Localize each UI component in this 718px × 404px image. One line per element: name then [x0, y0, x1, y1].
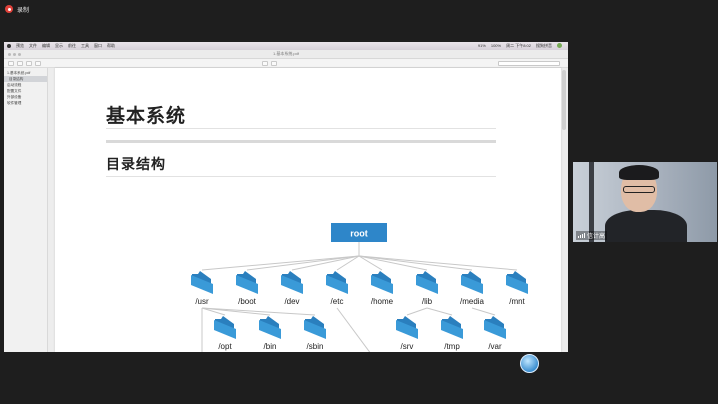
tree-node-label: /srv [401, 342, 414, 351]
status-text: 91% [477, 43, 486, 48]
directory-tree-diagram: root/usr/boot/dev/etc/home/lib/media/mnt… [191, 223, 528, 352]
tree-node-label: /home [371, 297, 394, 306]
window-title: 1.基本系统.pdf [272, 51, 299, 56]
menu-item[interactable]: 编辑 [42, 43, 50, 49]
window-titlebar: 1.基本系统.pdf [4, 50, 568, 59]
preview-toolbar [4, 59, 568, 68]
document-area: 基本系统 目录结构 root/usr/boot/dev/etc/home/lib… [48, 68, 568, 352]
avatar[interactable] [557, 43, 562, 48]
record-icon[interactable] [5, 5, 13, 13]
floating-assistant-icon[interactable] [520, 354, 539, 373]
vertical-scrollbar[interactable] [562, 70, 566, 130]
menu-item[interactable]: 帮助 [107, 43, 115, 49]
zoom-in-button[interactable] [26, 60, 32, 66]
thumbnail-sidebar: 1.基本系统.pdf 目录结构 启动流程 配置文件 外部设备 软件管理 [4, 68, 48, 352]
rotate-button[interactable] [271, 60, 277, 66]
share-button[interactable] [35, 60, 41, 66]
participant-name: 信计高 [587, 234, 606, 240]
sidebar-item[interactable]: 软件管理 [4, 100, 47, 106]
root-node-label: root [350, 229, 368, 239]
tree-node-label: /mnt [509, 297, 525, 306]
camera-video-tile[interactable]: 信计高 [573, 162, 717, 242]
tree-node-label: /bin [264, 342, 277, 351]
participant-body [605, 210, 687, 242]
sidebar-toggle-button[interactable] [8, 60, 14, 66]
search-input[interactable] [498, 60, 560, 66]
shared-screen: 预览 文件 编辑 显示 前往 工具 窗口 帮助 91% 100% 周二 下午8:… [4, 42, 568, 352]
menu-item[interactable]: 预览 [16, 43, 24, 49]
pdf-page: 基本系统 目录结构 root/usr/boot/dev/etc/home/lib… [55, 68, 561, 352]
tree-connector [358, 255, 518, 271]
menu-item[interactable]: 文件 [29, 43, 37, 49]
viewer-content: 1.基本系统.pdf 目录结构 启动流程 配置文件 外部设备 软件管理 基本系统… [4, 68, 568, 352]
record-label[interactable]: 录制 [17, 5, 29, 14]
tree-node-label: /lib [422, 297, 433, 306]
tree-node-label: /opt [218, 342, 232, 351]
zoom-out-button[interactable] [17, 60, 23, 66]
mac-menubar: 预览 文件 编辑 显示 前往 工具 窗口 帮助 91% 100% 周二 下午8:… [4, 42, 568, 50]
menu-item[interactable]: 工具 [81, 43, 89, 49]
tree-connector [406, 307, 428, 316]
camera-background-pole [589, 162, 594, 242]
meeting-topbar: 录制 [0, 0, 718, 18]
tree-node-label: /var [488, 342, 502, 351]
menu-item[interactable]: 显示 [55, 43, 63, 49]
tree-node-label: /media [460, 297, 485, 306]
menu-item[interactable]: 窗口 [94, 43, 102, 49]
markup-button[interactable] [262, 60, 268, 66]
menu-item[interactable]: 前往 [68, 43, 76, 49]
status-text: 100% [490, 43, 502, 48]
participant-hair [619, 165, 659, 180]
apple-icon[interactable] [7, 44, 11, 48]
tree-connector [336, 307, 371, 352]
tree-connector [201, 255, 360, 271]
tree-node-label: /dev [284, 297, 299, 306]
tree-connector [471, 307, 496, 316]
tree-node-label: /boot [238, 297, 257, 306]
tree-node-label: /tmp [444, 342, 460, 351]
participant-label: 信计高 [576, 231, 608, 240]
input-method[interactable]: 搜狗拼音 [536, 43, 552, 49]
menubar-status: 91% 100% 周二 下午8:02 搜狗拼音 [478, 43, 568, 49]
participant-glasses [623, 186, 655, 193]
tree-node-label: /etc [331, 297, 344, 306]
tree-connector [426, 307, 453, 316]
tree-node-label: /usr [195, 297, 209, 306]
tree-node-label: /sbin [307, 342, 324, 351]
clock-text: 周二 下午8:02 [506, 43, 531, 48]
signal-icon [578, 233, 585, 238]
